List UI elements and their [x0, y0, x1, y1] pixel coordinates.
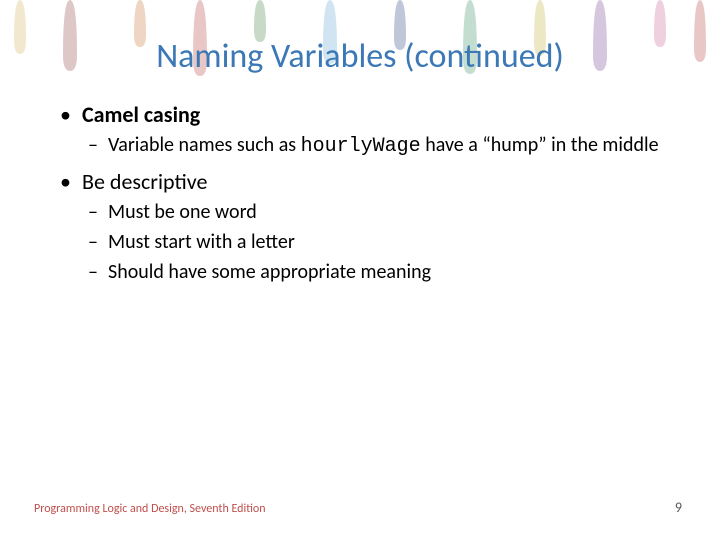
bullet-label: Be descriptive: [82, 168, 207, 195]
sub-bullet-text-post: have a “hump” in the middle: [421, 133, 659, 157]
page-number: 9: [675, 499, 682, 516]
slide-content: Camel casing Variable names such as hour…: [0, 101, 720, 285]
sub-bullet-text: Must start with a letter: [108, 230, 295, 254]
sub-bullet: Must start with a letter: [82, 229, 672, 255]
sub-bullet: Variable names such as hourlyWage have a…: [82, 132, 672, 160]
bullet-be-descriptive: Be descriptive Must be one word Must sta…: [60, 168, 672, 285]
sub-bullet-text-pre: Variable names such as: [108, 133, 301, 157]
sub-bullet-text: Must be one word: [108, 200, 257, 224]
bullet-camel-casing: Camel casing Variable names such as hour…: [60, 101, 672, 160]
bullet-label: Camel casing: [82, 101, 200, 128]
sub-bullet: Should have some appropriate meaning: [82, 259, 672, 285]
code-literal: hourlyWage: [301, 135, 421, 158]
slide-title: Naming Variables (continued): [0, 0, 720, 101]
footer-book-title: Programming Logic and Design, Seventh Ed…: [34, 502, 266, 516]
sub-bullet-text: Should have some appropriate meaning: [108, 260, 431, 284]
sub-bullet: Must be one word: [82, 199, 672, 225]
